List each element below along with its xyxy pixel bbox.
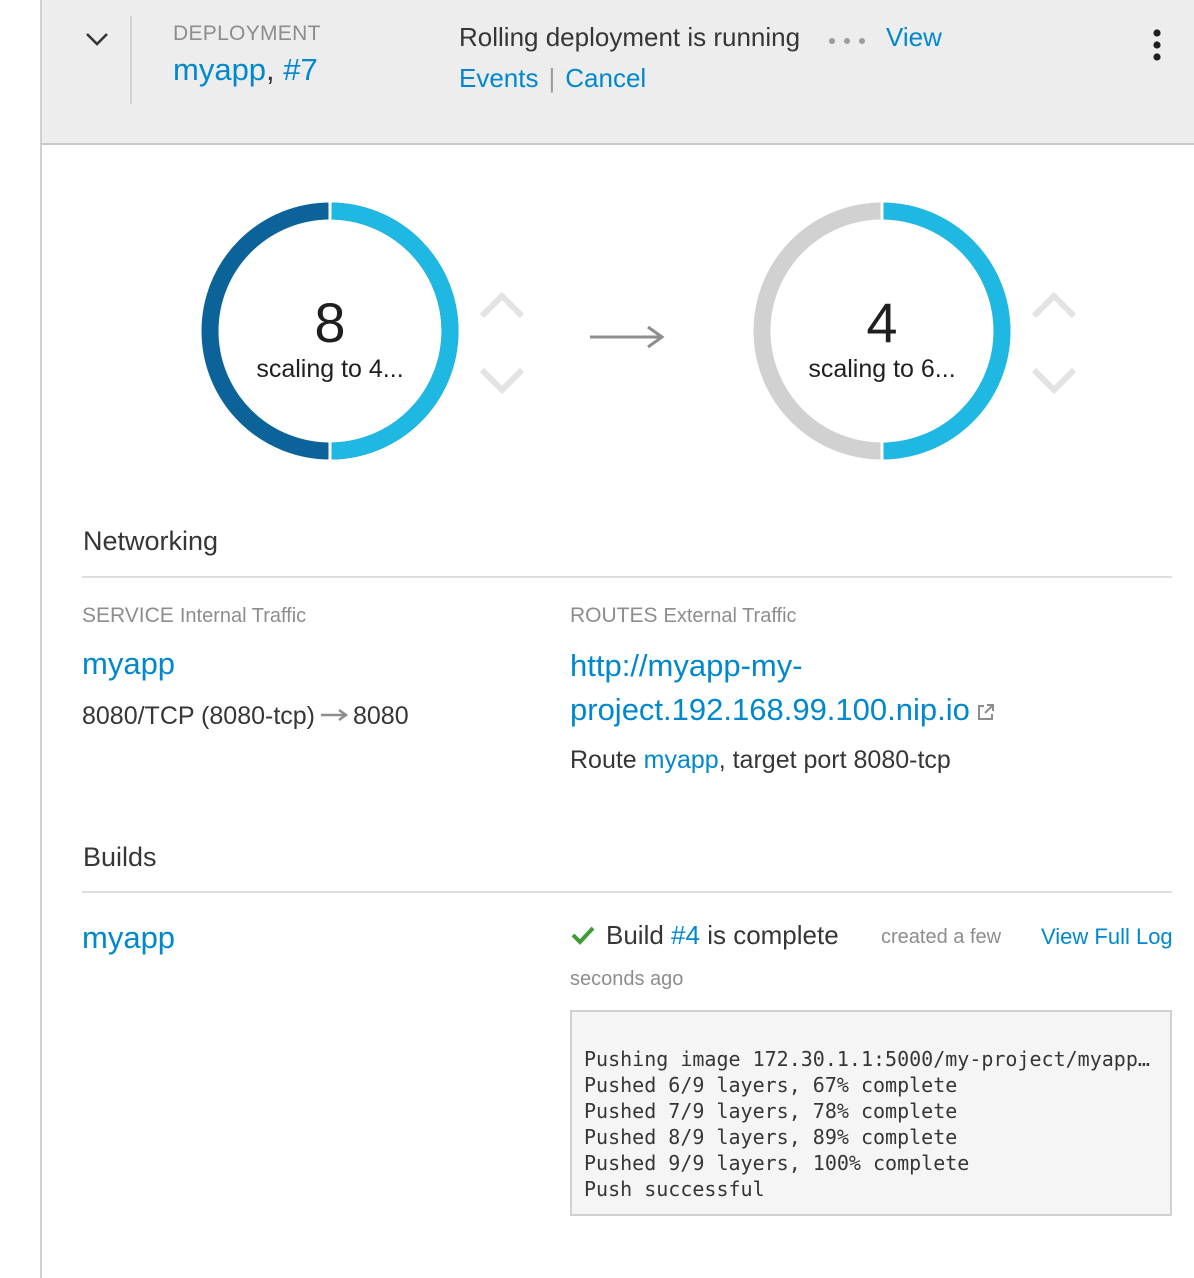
routes-kicker-label: ROUTES: [570, 604, 658, 627]
deployment-revision-link[interactable]: #7: [283, 52, 317, 87]
view-full-log-link[interactable]: View Full Log: [1041, 924, 1173, 950]
deployment-title: myapp, #7: [173, 52, 318, 88]
deployment-status-text: Rolling deployment is running: [459, 22, 801, 52]
deployment-name-separator: ,: [266, 52, 284, 87]
service-kicker-sub: Internal Traffic: [179, 605, 307, 627]
log-line: Pushing image 172.30.1.1:5000/my-project…: [584, 1047, 1160, 1071]
old-pods-count: 8: [314, 291, 346, 354]
service-kicker: SERVICE Internal Traffic: [82, 604, 306, 628]
port-arrow-icon: [321, 708, 349, 722]
builds-title: Builds: [83, 842, 157, 872]
arrow-right-icon: [590, 325, 665, 349]
view-events-link[interactable]: View: [886, 22, 942, 53]
build-log[interactable]: Pushing image 172.30.1.1:5000/my-project…: [570, 1010, 1172, 1216]
header-divider: [130, 16, 132, 104]
scale-up-new-icon[interactable]: [1030, 286, 1078, 326]
build-created-time: created a few: [881, 926, 1002, 948]
deployment-actions: Events | Cancel: [459, 63, 646, 94]
log-line: Pushed 7/9 layers, 78% complete: [584, 1099, 958, 1123]
networking-title: Networking: [83, 526, 219, 556]
route-name-link[interactable]: myapp: [644, 746, 719, 774]
log-line: Pushed 9/9 layers, 100% complete: [584, 1151, 970, 1175]
routes-kicker: ROUTES External Traffic: [570, 604, 797, 628]
scale-down-new-icon[interactable]: [1030, 360, 1078, 400]
check-icon: [571, 926, 595, 945]
build-status: Build #4 is complete: [570, 920, 839, 951]
old-pods-donut: 8 scaling to 4...: [200, 201, 460, 461]
service-kicker-label: SERVICE: [82, 604, 174, 627]
loading-dots-icon: [829, 38, 865, 44]
service-port-mapping: 8080/TCP (8080-tcp) 8080: [82, 702, 409, 731]
build-config-link[interactable]: myapp: [82, 920, 175, 956]
service-port-from: 8080/TCP (8080-tcp): [82, 702, 315, 730]
new-pods-count: 4: [866, 291, 898, 354]
networking-divider: [82, 576, 1172, 578]
external-link-icon: [977, 704, 994, 720]
routes-kicker-sub: External Traffic: [663, 605, 797, 627]
route-prefix: Route: [570, 746, 644, 774]
scale-down-old-icon[interactable]: [478, 360, 526, 400]
new-pods-donut: 4 scaling to 6...: [752, 201, 1012, 461]
action-separator: |: [548, 63, 556, 93]
route-url-link[interactable]: http://myapp-my-project.192.168.99.100.n…: [570, 644, 1130, 732]
service-link[interactable]: myapp: [82, 646, 175, 682]
new-pods-label: scaling to 6...: [808, 355, 956, 383]
log-line: Push successful: [584, 1177, 765, 1201]
service-port-to: 8080: [353, 702, 409, 730]
old-pods-label: scaling to 4...: [256, 355, 404, 383]
deployment-name-link[interactable]: myapp: [173, 52, 266, 87]
route-url-text: http://myapp-my-project.192.168.99.100.n…: [570, 648, 970, 727]
scale-up-old-icon[interactable]: [478, 286, 526, 326]
events-link[interactable]: Events: [459, 63, 539, 93]
cancel-deployment-link[interactable]: Cancel: [565, 63, 646, 93]
log-line: Pushed 8/9 layers, 89% complete: [584, 1125, 958, 1149]
left-border: [40, 0, 42, 1278]
builds-divider: [82, 891, 1172, 893]
log-line: Pushed 6/9 layers, 67% complete: [584, 1073, 958, 1097]
kebab-menu-icon[interactable]: [1148, 28, 1166, 62]
build-status-suffix: is complete: [699, 920, 839, 950]
build-created-time-cont: seconds ago: [570, 968, 684, 990]
build-number-link[interactable]: #4: [671, 920, 700, 950]
route-details: Route myapp, target port 8080-tcp: [570, 746, 951, 775]
build-status-prefix: Build: [606, 920, 672, 950]
route-suffix: , target port 8080-tcp: [718, 746, 951, 774]
chevron-down-icon[interactable]: [84, 26, 110, 52]
deployment-kicker: DEPLOYMENT: [173, 22, 321, 45]
